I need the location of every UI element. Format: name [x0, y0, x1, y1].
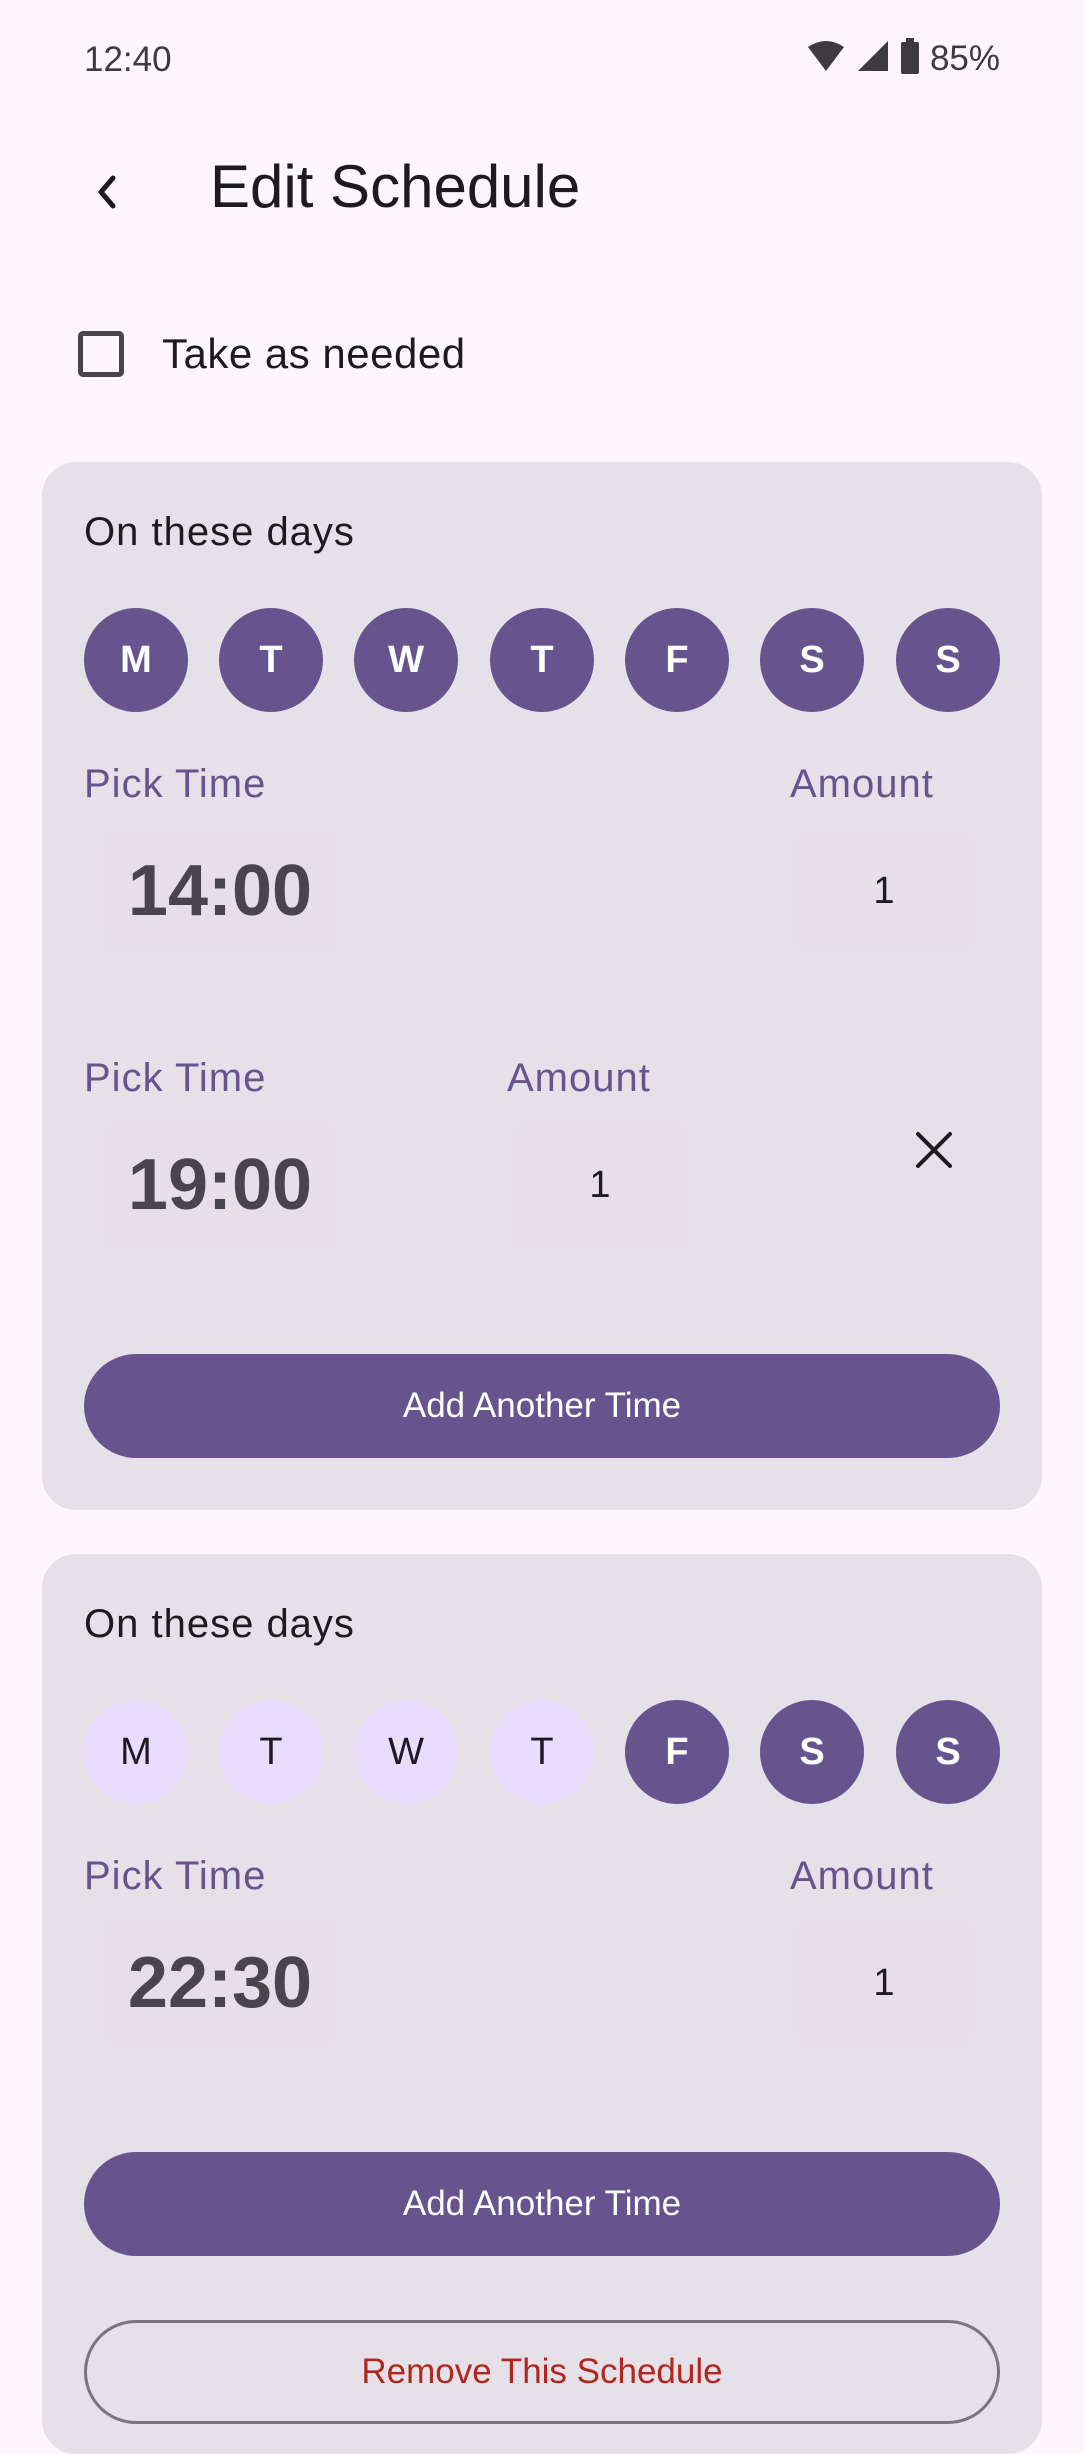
status-icons: 85%	[806, 38, 1000, 79]
amount-label: Amount	[790, 762, 934, 806]
time-picker[interactable]: 22:30	[102, 1920, 338, 2046]
add-another-time-button[interactable]: Add Another Time	[84, 2152, 1000, 2256]
back-button[interactable]	[72, 160, 140, 228]
amount-field[interactable]: 1	[794, 1920, 974, 2046]
amount-field[interactable]: 1	[794, 828, 974, 954]
as-needed-row[interactable]: Take as needed	[78, 330, 466, 378]
battery-icon	[900, 38, 920, 79]
time-picker[interactable]: 14:00	[102, 828, 338, 954]
day-toggle-mon[interactable]: M	[84, 1700, 188, 1804]
day-toggle-fri[interactable]: F	[625, 608, 729, 712]
time-picker[interactable]: 19:00	[102, 1122, 338, 1248]
schedule-card: On these days M T W T F S S Pick Time Am…	[42, 1554, 1042, 2454]
close-icon	[914, 1130, 954, 1175]
day-toggle-sat[interactable]: S	[760, 608, 864, 712]
amount-label: Amount	[507, 1056, 651, 1100]
day-toggle-tue[interactable]: T	[219, 608, 323, 712]
days-title: On these days	[84, 1602, 355, 1646]
status-time: 12:40	[84, 40, 172, 79]
wifi-icon	[806, 39, 846, 78]
day-toggle-thu[interactable]: T	[490, 608, 594, 712]
day-toggle-fri[interactable]: F	[625, 1700, 729, 1804]
day-selector: M T W T F S S	[84, 1700, 1000, 1804]
day-toggle-sun[interactable]: S	[896, 608, 1000, 712]
day-toggle-sun[interactable]: S	[896, 1700, 1000, 1804]
day-toggle-thu[interactable]: T	[490, 1700, 594, 1804]
day-toggle-wed[interactable]: W	[354, 608, 458, 712]
as-needed-label: Take as needed	[162, 330, 466, 377]
pick-time-label: Pick Time	[84, 1056, 267, 1100]
app-bar: Edit Schedule	[0, 140, 1084, 240]
day-toggle-mon[interactable]: M	[84, 608, 188, 712]
schedule-card: On these days M T W T F S S Pick Time Am…	[42, 462, 1042, 1510]
pick-time-label: Pick Time	[84, 762, 267, 806]
day-toggle-wed[interactable]: W	[354, 1700, 458, 1804]
back-arrow-icon	[91, 172, 121, 217]
add-another-time-button[interactable]: Add Another Time	[84, 1354, 1000, 1458]
day-toggle-tue[interactable]: T	[219, 1700, 323, 1804]
pick-time-label: Pick Time	[84, 1854, 267, 1898]
amount-field[interactable]: 1	[510, 1122, 690, 1248]
status-bar: 12:40 85%	[0, 0, 1084, 120]
page-title: Edit Schedule	[210, 153, 581, 220]
battery-percentage: 85%	[929, 38, 1000, 78]
days-title: On these days	[84, 510, 355, 554]
day-selector: M T W T F S S	[84, 608, 1000, 712]
as-needed-checkbox[interactable]	[78, 331, 124, 377]
amount-label: Amount	[790, 1854, 934, 1898]
remove-time-button[interactable]	[894, 1112, 974, 1192]
signal-icon	[856, 39, 890, 78]
day-toggle-sat[interactable]: S	[760, 1700, 864, 1804]
remove-schedule-button[interactable]: Remove This Schedule	[84, 2320, 1000, 2424]
